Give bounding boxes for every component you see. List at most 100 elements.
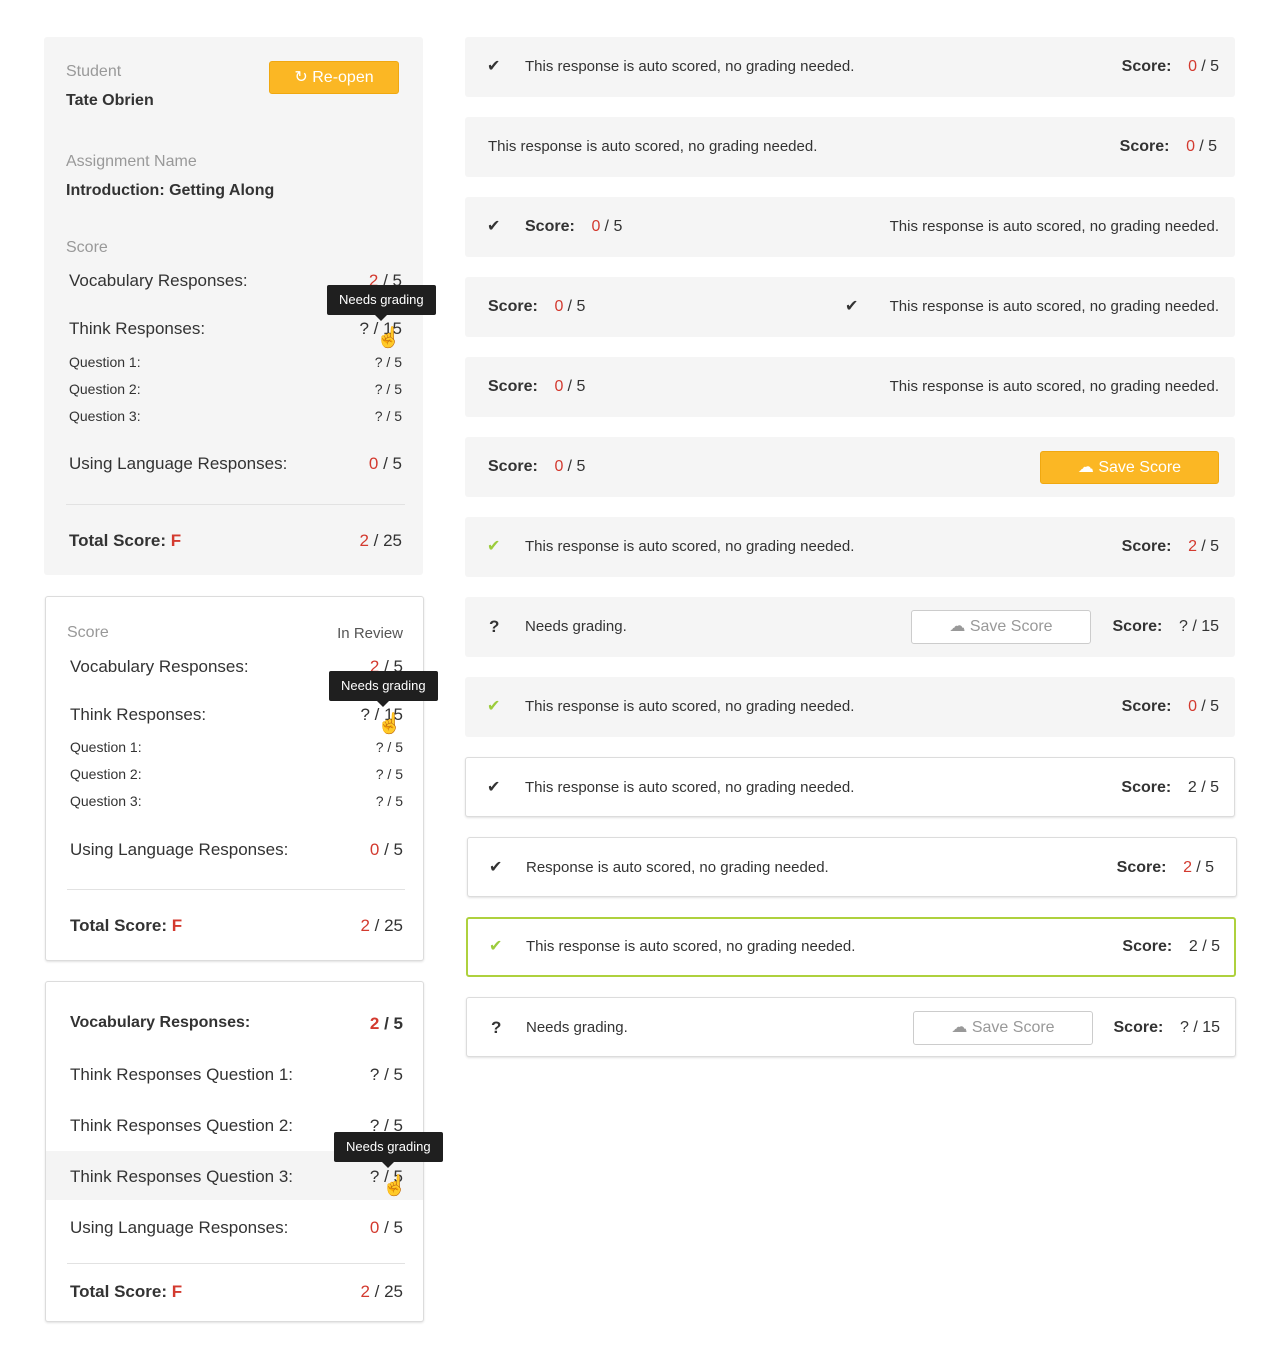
think-label: Think Responses:: [69, 319, 206, 338]
think-q2-label: Think Responses Question 2:: [70, 1116, 294, 1135]
vocab-label: Vocabulary Responses:: [70, 1014, 251, 1031]
response-row: Score: 0 / 5 ✔ This response is auto sco…: [465, 277, 1235, 337]
auto-scored-text: This response is auto scored, no grading…: [525, 698, 855, 715]
score-display: Score: ? / 15: [1112, 618, 1220, 635]
score-display: Score: 2 / 5: [1121, 779, 1219, 796]
save-score-label: Save Score: [969, 618, 1053, 635]
needs-grading-tooltip: Needs grading: [329, 671, 438, 707]
vocab-label: Vocabulary Responses:: [69, 271, 248, 290]
response-row: Score: 0 / 5 This response is auto score…: [465, 357, 1235, 417]
score-display: Score: 0 / 5: [488, 298, 586, 315]
score-display: Score: 0 / 5: [488, 378, 586, 395]
response-row: ✔ This response is auto scored, no gradi…: [465, 677, 1235, 737]
auto-scored-text: This response is auto scored, no grading…: [526, 938, 856, 955]
response-row: ✔ This response is auto scored, no gradi…: [465, 37, 1235, 97]
lang-label: Using Language Responses:: [70, 1218, 289, 1237]
response-row: ✔ This response is auto scored, no gradi…: [465, 517, 1235, 577]
score-display: Score: 2 / 5: [1116, 859, 1214, 876]
q1-score: ? / 5: [374, 354, 402, 370]
score-review-panel: Score In Review Vocabulary Responses: 2 …: [45, 596, 438, 961]
score-display: Score: 0 / 5: [1121, 58, 1219, 75]
score-display: Score: ? / 15: [1113, 1019, 1221, 1036]
response-row: This response is auto scored, no grading…: [465, 117, 1235, 177]
lang-label: Using Language Responses:: [69, 454, 288, 473]
save-score-button[interactable]: ☁ Save Score: [911, 610, 1091, 644]
q1-label: Question 1:: [69, 354, 141, 370]
q2-score: ? / 5: [374, 381, 402, 397]
q2-score: ? / 5: [375, 766, 403, 782]
score-display: Score: 0 / 5: [1121, 698, 1219, 715]
total-score-value: 2 / 25: [360, 916, 403, 935]
q3-label: Question 3:: [69, 408, 141, 424]
check-icon: ✔: [487, 698, 501, 715]
response-row: Score: 0 / 5 ☁ Save Score: [465, 437, 1235, 497]
auto-scored-text: This response is auto scored, no grading…: [525, 779, 855, 796]
check-icon: ✔: [487, 218, 501, 235]
response-row: ✔ Response is auto scored, no grading ne…: [467, 837, 1237, 897]
response-row: ✔ This response is auto scored, no gradi…: [465, 757, 1235, 817]
auto-scored-text: This response is auto scored, no grading…: [488, 138, 818, 155]
question-icon: ?: [489, 617, 500, 636]
score-display: Score: 2 / 5: [1121, 538, 1219, 555]
check-icon: ✔: [487, 779, 501, 796]
q2-label: Question 2:: [70, 766, 142, 782]
divider: [67, 889, 405, 890]
q3-score: ? / 5: [374, 408, 402, 424]
save-score-label: Save Score: [1098, 459, 1182, 476]
think-q3-label: Think Responses Question 3:: [70, 1167, 294, 1186]
score-display: Score: 2 / 5: [1122, 938, 1220, 955]
score-display: Score: 0 / 5: [488, 458, 586, 475]
student-name: Tate Obrien: [66, 92, 154, 109]
q3-score: ? / 5: [375, 793, 403, 809]
score-label: Score: [67, 624, 109, 641]
save-score-button[interactable]: ☁ Save Score: [1040, 451, 1219, 484]
response-row-selected: ✔ This response is auto scored, no gradi…: [466, 917, 1236, 977]
status-badge: In Review: [337, 625, 403, 642]
think-q1-score: ? / 5: [369, 1065, 403, 1084]
think-label: Think Responses:: [70, 705, 207, 724]
hand-cursor-icon: ☝: [377, 713, 402, 735]
score-display: Score: 0 / 5: [525, 218, 623, 235]
save-score-button[interactable]: ☁ Save Score: [913, 1011, 1093, 1045]
total-score-value: 2 / 25: [360, 1282, 403, 1301]
auto-scored-text: This response is auto scored, no grading…: [889, 218, 1219, 235]
response-row: ✔ Score: 0 / 5 This response is auto sco…: [465, 197, 1235, 257]
score-label: Score: [66, 239, 108, 256]
needs-grading-text: Needs grading.: [525, 618, 627, 635]
cloud-icon: ☁: [1077, 459, 1094, 476]
divider: [66, 504, 405, 505]
think-q1-label: Think Responses Question 1:: [70, 1065, 294, 1084]
student-label: Student: [66, 63, 122, 80]
check-icon: ✔: [845, 298, 859, 315]
hand-cursor-icon: ☝: [382, 1175, 407, 1197]
reopen-label: Re-open: [312, 69, 374, 86]
check-icon: ✔: [489, 859, 503, 876]
cloud-icon: ☁: [951, 1019, 968, 1036]
auto-scored-text: This response is auto scored, no grading…: [525, 58, 855, 75]
cloud-icon: ☁: [949, 618, 966, 635]
score-breakdown-panel: Vocabulary Responses: 2 / 5 Think Respon…: [45, 981, 443, 1322]
q3-label: Question 3:: [70, 793, 142, 809]
hand-cursor-icon: ☝: [376, 327, 401, 349]
score-display: Score: 0 / 5: [1119, 138, 1217, 155]
response-row: ? Needs grading. ☁ Save Score Score: ? /…: [466, 997, 1236, 1057]
check-icon: ✔: [487, 538, 501, 555]
refresh-icon: ↻: [294, 69, 308, 86]
total-score-label: Total Score: F: [70, 1282, 183, 1301]
assignment-name: Introduction: Getting Along: [66, 182, 275, 199]
needs-grading-tooltip: Needs grading: [327, 285, 436, 321]
needs-grading-tooltip: Needs grading: [334, 1132, 443, 1168]
lang-score: 0 / 5: [369, 1218, 403, 1237]
response-row: ? Needs grading. ☁ Save Score Score: ? /…: [465, 597, 1235, 657]
check-icon: ✔: [487, 58, 501, 75]
q1-score: ? / 5: [375, 739, 403, 755]
check-icon: ✔: [489, 938, 503, 955]
reopen-button[interactable]: ↻ Re-open: [269, 61, 399, 94]
auto-scored-text: This response is auto scored, no grading…: [889, 298, 1219, 315]
save-score-label: Save Score: [971, 1019, 1055, 1036]
student-summary-panel: Student Tate Obrien ↻ Re-open Assignment…: [44, 37, 436, 575]
needs-grading-text: Needs grading.: [526, 1019, 628, 1036]
assignment-label: Assignment Name: [66, 153, 197, 170]
question-icon: ?: [491, 1018, 502, 1037]
lang-label: Using Language Responses:: [70, 840, 289, 859]
